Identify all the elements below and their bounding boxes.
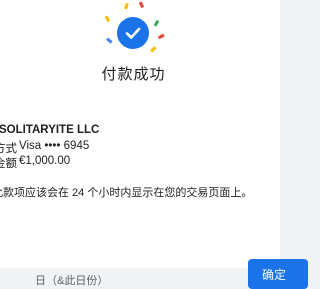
confirm-button[interactable]: 确定 — [248, 259, 308, 289]
amount-value: €1,000.00 — [19, 155, 71, 167]
payment-method-row: 方式： Visa •••• 6945 — [0, 140, 89, 156]
amount-row: 金额： €1,000.00 — [0, 155, 70, 171]
check-circle-icon — [117, 17, 149, 49]
payment-success-dialog: 付款成功 SOLITARYITE LLC 方式： Visa •••• 6945 … — [0, 0, 280, 268]
payment-method-value: Visa •••• 6945 — [19, 140, 90, 152]
footer-text: 日（&此日份） — [35, 275, 109, 287]
dialog-title: 付款成功 — [101, 66, 166, 83]
merchant-name: SOLITARYITE LLC — [0, 124, 100, 136]
payment-method-label: 方式： — [0, 143, 17, 155]
amount-label: 金额： — [0, 158, 17, 170]
transaction-notice: 此款项应该会在 24 个小时内显示在您的交易页面上。 — [0, 187, 253, 199]
